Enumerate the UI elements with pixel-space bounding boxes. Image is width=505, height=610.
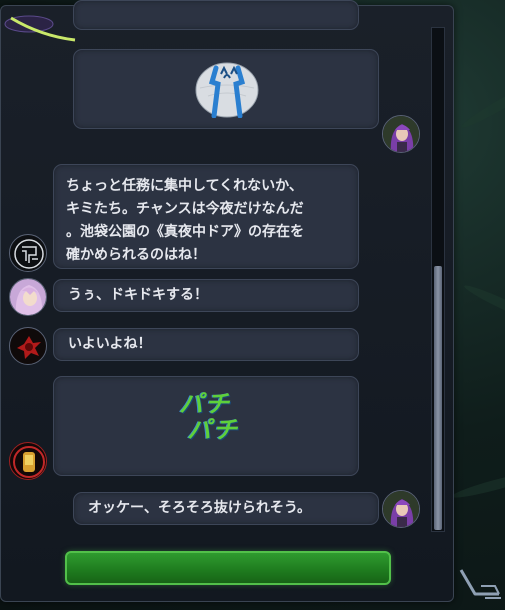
purple-hair-girl-avatar-icon[interactable] [382, 115, 420, 153]
message-text: いよいよね！ [68, 336, 152, 352]
pink-hair-girl-avatar-icon[interactable] [9, 278, 47, 316]
message-input-bar[interactable] [65, 551, 391, 585]
background-leaf [462, 281, 505, 329]
message-bubble-text: うぅ、ドキドキする！ [53, 279, 359, 312]
background-leaf [450, 468, 505, 502]
message-bubble-stamp [73, 49, 379, 129]
red-emblem-avatar-icon[interactable] [9, 327, 47, 365]
message-bubble-text: ちょっと任務に集中してくれないか、 キミたち。チャンスは今夜だけなんだ 。池袋公… [53, 164, 359, 269]
message-text: うぅ、ドキドキする！ [68, 287, 208, 303]
message-bubble-text: オッケー、そろそろ抜けられそう。 [73, 492, 379, 525]
scrollbar-thumb[interactable] [434, 266, 442, 530]
white-line-emblem-avatar-icon[interactable] [9, 234, 47, 272]
pachi-pachi-clap-stamp-icon: パチ パチ [179, 391, 239, 443]
background-leaf [458, 78, 505, 132]
crying-round-face-stamp-icon [195, 62, 259, 118]
corner-ornament-icon [4, 15, 76, 42]
resize-handle-icon[interactable] [455, 560, 505, 605]
message-bubble-text: いよいよね！ [53, 328, 359, 361]
purple-hair-girl-avatar-icon[interactable] [382, 490, 420, 528]
chat-scrollbar[interactable] [431, 27, 445, 532]
chat-panel: ちょっと任務に集中してくれないか、 キミたち。チャンスは今夜だけなんだ 。池袋公… [0, 0, 454, 602]
message-text: オッケー、そろそろ抜けられそう。 [88, 500, 312, 516]
stamp-text: パチ [179, 390, 231, 418]
red-device-avatar-icon[interactable] [9, 442, 47, 480]
stamp-text: パチ [187, 416, 239, 444]
message-bubble-partial [73, 0, 359, 30]
message-text: ちょっと任務に集中してくれないか、 キミたち。チャンスは今夜だけなんだ 。池袋公… [66, 178, 304, 263]
